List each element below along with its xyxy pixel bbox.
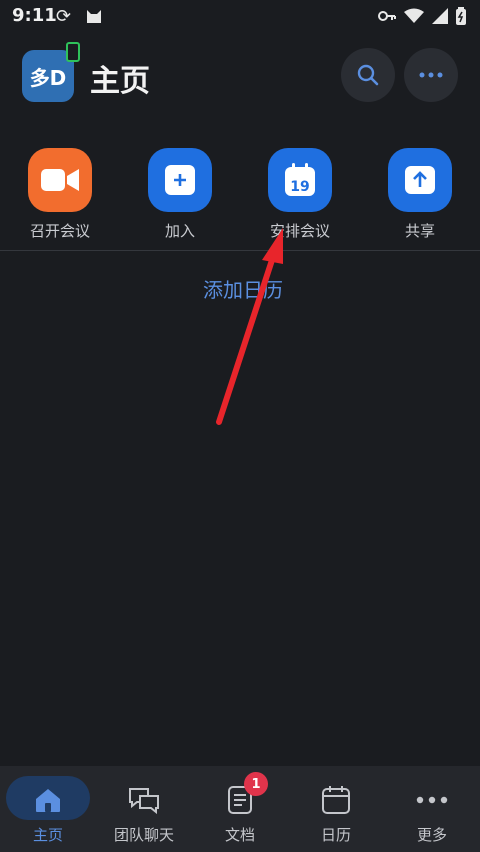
tab-more[interactable]: 更多 <box>384 766 480 852</box>
tab-label: 文档 <box>224 826 255 844</box>
home-icon <box>36 789 60 812</box>
docs-badge: 1 <box>244 772 268 796</box>
tab-home[interactable]: 主页 <box>0 766 96 852</box>
tab-calendar[interactable]: 日历 <box>288 766 384 852</box>
bottom-tab-bar: 主页 团队聊天 1 文档 日历 更多 <box>0 766 480 852</box>
annotation-arrow-icon <box>216 228 283 425</box>
calendar-outline-icon <box>322 786 350 814</box>
tab-team-chat[interactable]: 团队聊天 <box>96 766 192 852</box>
tab-docs[interactable]: 1 文档 <box>192 766 288 852</box>
tab-label: 主页 <box>32 826 63 844</box>
chat-bubbles-icon <box>129 788 159 814</box>
tab-label: 团队聊天 <box>113 826 174 844</box>
tab-label: 日历 <box>320 826 351 844</box>
tab-label: 更多 <box>416 826 447 844</box>
more-dots-icon <box>416 796 448 804</box>
